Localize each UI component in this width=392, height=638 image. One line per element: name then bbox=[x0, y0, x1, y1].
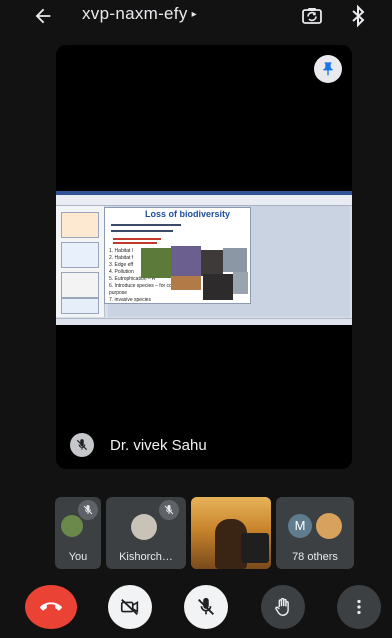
avatar bbox=[131, 514, 157, 540]
meeting-code: xvp-naxm-efy bbox=[82, 4, 188, 23]
call-controls bbox=[0, 585, 392, 629]
participant-strip: You Kishorch… M 78 others bbox=[0, 497, 392, 569]
meeting-code-button[interactable]: xvp-naxm-efy ▸ bbox=[82, 4, 197, 24]
slide-list-item: purpose bbox=[109, 290, 128, 296]
speaker-name: Dr. vivek Sahu bbox=[110, 436, 207, 454]
slide-thumbnail bbox=[61, 212, 99, 238]
camera-off-icon bbox=[120, 598, 139, 616]
switch-camera-icon[interactable] bbox=[300, 4, 324, 28]
end-call-button[interactable] bbox=[25, 585, 77, 629]
raise-hand-button[interactable] bbox=[261, 585, 305, 629]
slide-page: Loss of biodiversity 1. Habitat l 2. Hab… bbox=[104, 207, 251, 304]
slide-thumbnail bbox=[61, 242, 99, 268]
pin-button[interactable] bbox=[314, 55, 342, 83]
slide-photo bbox=[203, 274, 233, 300]
avatar bbox=[61, 515, 83, 537]
top-bar: xvp-naxm-efy ▸ bbox=[0, 0, 392, 32]
participant-tile[interactable]: Kishorch… bbox=[106, 497, 186, 569]
shared-screen-presentation: Loss of biodiversity 1. Habitat l 2. Hab… bbox=[56, 191, 352, 325]
bluetooth-audio-icon[interactable] bbox=[349, 4, 367, 28]
speaker-label: Dr. vivek Sahu bbox=[70, 433, 207, 457]
slide-photo bbox=[233, 272, 248, 294]
end-call-icon bbox=[40, 602, 62, 611]
more-vert-icon bbox=[357, 599, 361, 615]
back-arrow-icon[interactable] bbox=[32, 5, 54, 27]
mic-off-icon bbox=[198, 597, 214, 615]
slide-photo bbox=[141, 248, 171, 278]
hand-icon bbox=[275, 597, 289, 616]
slide-thumbnails bbox=[56, 206, 105, 317]
slide-photo bbox=[201, 250, 223, 276]
participant-tile-others[interactable]: M 78 others bbox=[276, 497, 354, 569]
slide-thumbnail bbox=[61, 298, 99, 314]
pin-icon bbox=[323, 62, 333, 76]
avatar: M bbox=[288, 514, 312, 538]
microphone-toggle-button[interactable] bbox=[184, 585, 228, 629]
slide-photo bbox=[171, 246, 201, 276]
main-speaker-tile[interactable]: Loss of biodiversity 1. Habitat l 2. Hab… bbox=[56, 45, 352, 469]
avatar bbox=[316, 513, 342, 539]
mic-off-icon bbox=[159, 500, 179, 520]
video-object bbox=[241, 533, 269, 563]
participant-video-tile[interactable] bbox=[191, 497, 271, 569]
chevron-right-icon: ▸ bbox=[191, 9, 197, 20]
participant-tile-you[interactable]: You bbox=[55, 497, 101, 569]
slide-title: Loss of biodiversity bbox=[145, 209, 231, 219]
ppt-ribbon bbox=[56, 191, 352, 206]
slide-thumbnail bbox=[61, 272, 99, 298]
participant-name: 78 others bbox=[292, 551, 338, 563]
camera-toggle-button[interactable] bbox=[108, 585, 152, 629]
participant-name: You bbox=[68, 551, 88, 563]
ppt-status-bar bbox=[56, 318, 352, 325]
slide-list-item: 7. invasive species bbox=[109, 297, 151, 303]
mic-off-icon bbox=[70, 433, 94, 457]
slide-photo bbox=[171, 276, 201, 290]
slide-photo bbox=[223, 248, 247, 272]
mic-off-icon bbox=[78, 500, 98, 520]
more-options-button[interactable] bbox=[337, 585, 381, 629]
participant-name: Kishorch… bbox=[119, 551, 173, 563]
